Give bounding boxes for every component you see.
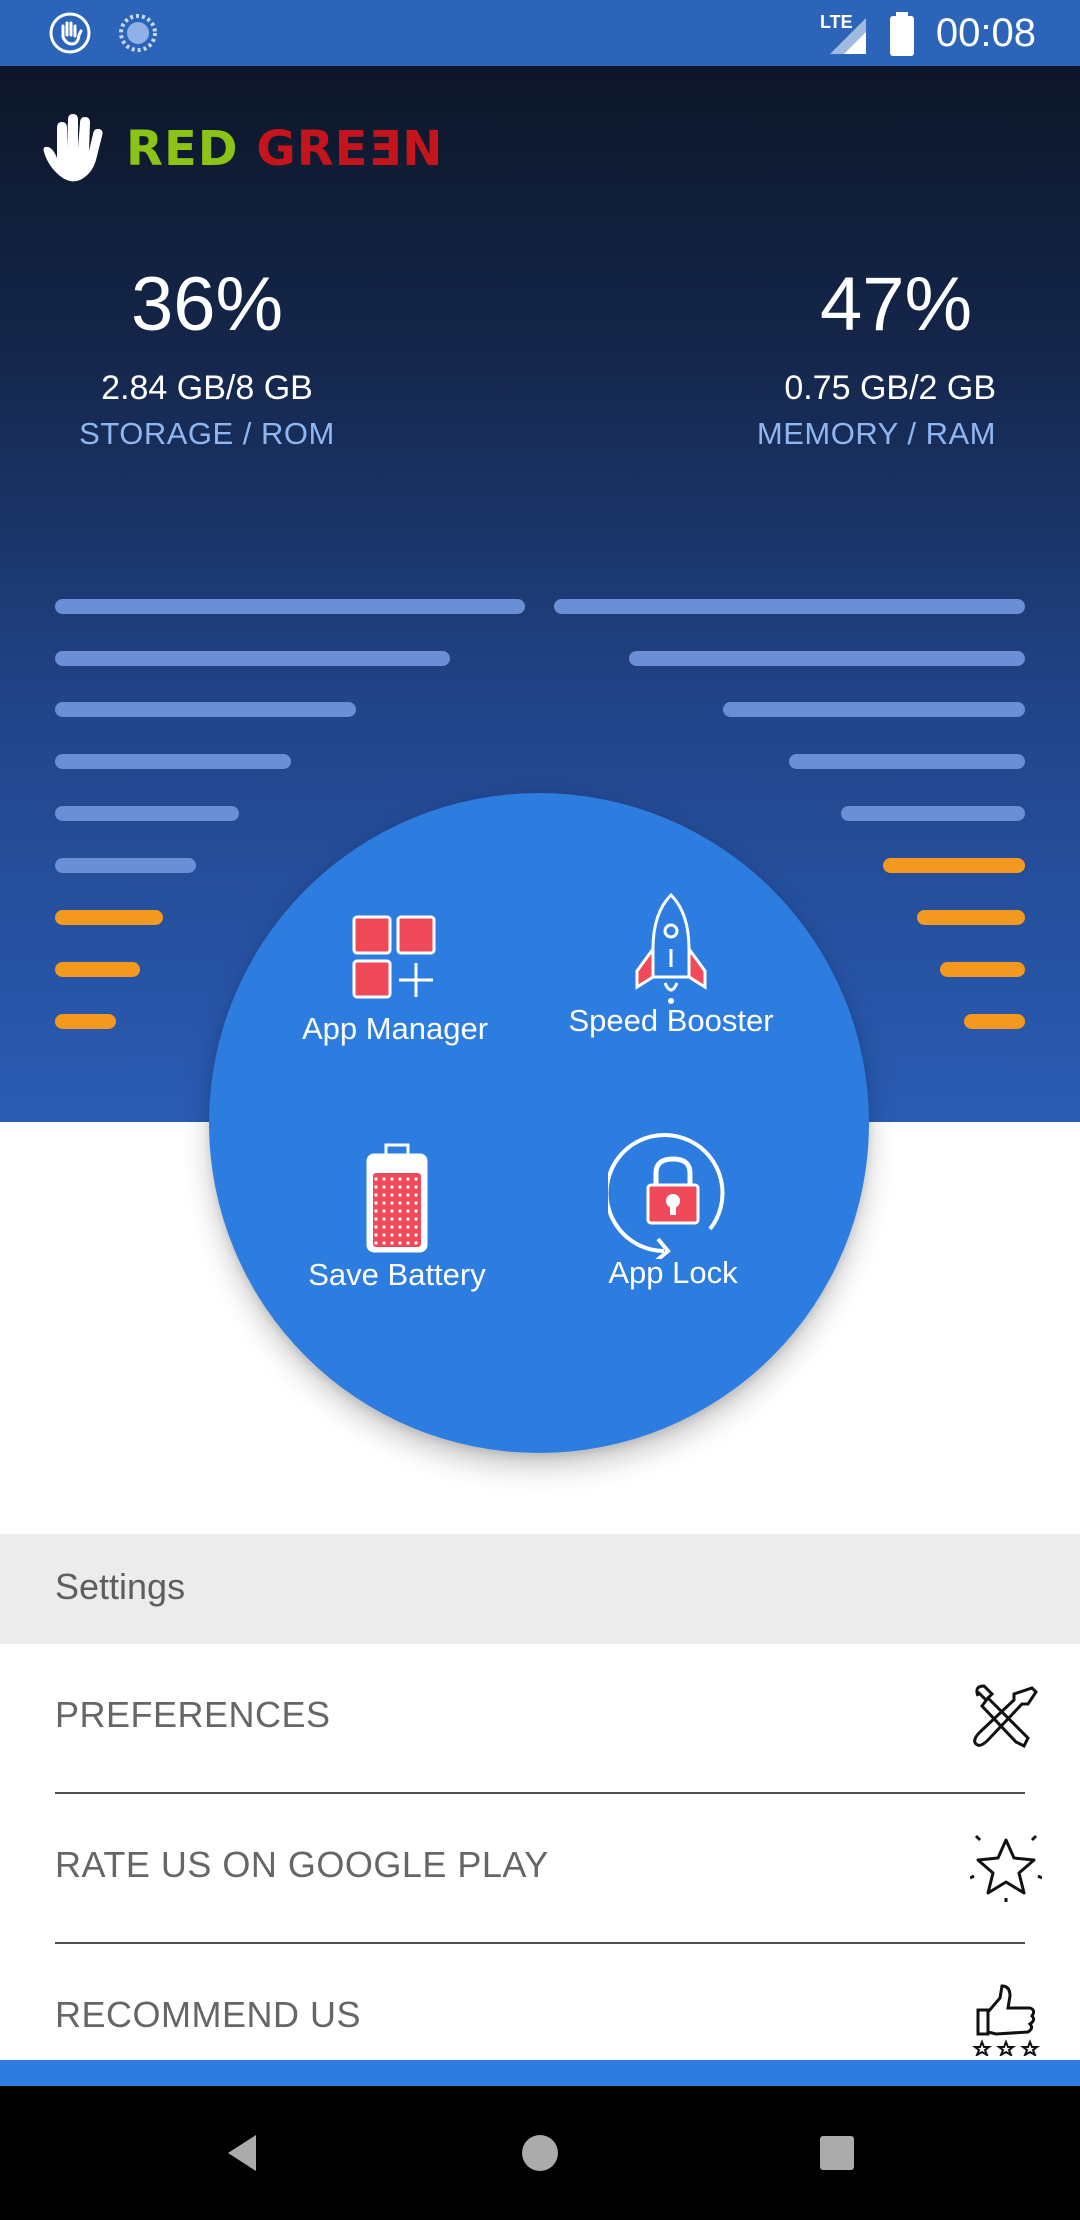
memory-used-bar [964,1014,1025,1029]
app-manager-label: App Manager [301,1011,489,1046]
storage-amount: 2.84 GB/8 GB [101,369,313,407]
lock-icon [608,1133,725,1259]
memory-level-bar [629,651,1025,666]
memory-label: MEMORY / RAM [756,416,996,451]
storage-used-bar [55,1014,116,1029]
recommend-label: RECOMMEND US [55,1994,362,2035]
rocket-icon [635,893,707,1004]
logo-word-green: GREƎN [256,121,444,177]
memory-level-bar [554,599,1025,614]
storage-level-bar [55,754,291,769]
storage-label: STORAGE / ROM [79,416,335,451]
lte-signal-icon [830,18,866,54]
rate-us-label: RATE US ON GOOGLE PLAY [55,1844,549,1885]
speed-booster-label: Speed Booster [568,1003,774,1038]
memory-amount: 0.75 GB/2 GB [784,369,996,407]
preferences-label: PREFERENCES [55,1694,331,1735]
settings-header: Settings [0,1534,1080,1644]
storage-level-bar [55,599,525,614]
app-lock-button[interactable]: App Lock [543,1129,803,1293]
loading-notification-icon [119,14,157,52]
battery-icon [890,12,914,56]
storage-level-bar [55,858,196,873]
memory-stat: 47% 0.75 GB/2 GB MEMORY / RAM [722,260,1032,454]
storage-level-bar [55,702,356,717]
logo-word-red: RED [126,121,239,177]
storage-level-bar [55,651,450,666]
storage-used-bar [55,910,163,925]
star-icon [970,1834,1042,1902]
status-bar: LTE 00:08 [0,0,1080,66]
settings-title: Settings [55,1566,186,1607]
tools-icon [973,1684,1038,1749]
back-icon [228,2135,256,2171]
quick-actions-circle: App Manager Speed Booster Save Battery A… [209,793,869,1453]
memory-level-bar [841,806,1025,821]
memory-level-bar [789,754,1025,769]
settings-item-preferences[interactable]: PREFERENCES [0,1644,1080,1794]
memory-used-bar [883,858,1025,873]
memory-percent: 47% [820,262,973,347]
storage-level-bar [55,806,239,821]
save-battery-button[interactable]: Save Battery [267,1143,527,1295]
storage-stat: 36% 2.84 GB/8 GB STORAGE / ROM [52,260,362,454]
system-nav-bar [0,2086,1080,2220]
app-lock-label: App Lock [608,1255,738,1290]
app-manager-button[interactable]: App Manager [265,913,525,1049]
app-grid-icon [352,915,436,999]
clock: 00:08 [935,11,1036,55]
settings-item-recommend[interactable]: RECOMMEND US [0,1944,1080,2060]
memory-used-bar [940,962,1025,977]
home-icon [522,2135,558,2171]
battery-save-icon [366,1143,428,1253]
save-battery-label: Save Battery [308,1257,486,1292]
storage-percent: 36% [130,262,284,347]
bottom-accent-bar [0,2060,1080,2086]
back-button[interactable] [182,2086,302,2220]
home-button[interactable] [480,2086,600,2220]
app-logo: RED GREƎN [40,114,443,184]
speed-booster-button[interactable]: Speed Booster [541,893,801,1041]
hand-logo-icon [43,114,103,182]
memory-level-bar [723,702,1025,717]
recents-icon [820,2136,854,2170]
thumbs-up-icon [972,1984,1040,2056]
recents-button[interactable] [777,2086,897,2220]
hand-notification-icon [49,12,91,54]
settings-item-rate-us[interactable]: RATE US ON GOOGLE PLAY [0,1794,1080,1944]
storage-used-bar [55,962,140,977]
memory-used-bar [917,910,1025,925]
